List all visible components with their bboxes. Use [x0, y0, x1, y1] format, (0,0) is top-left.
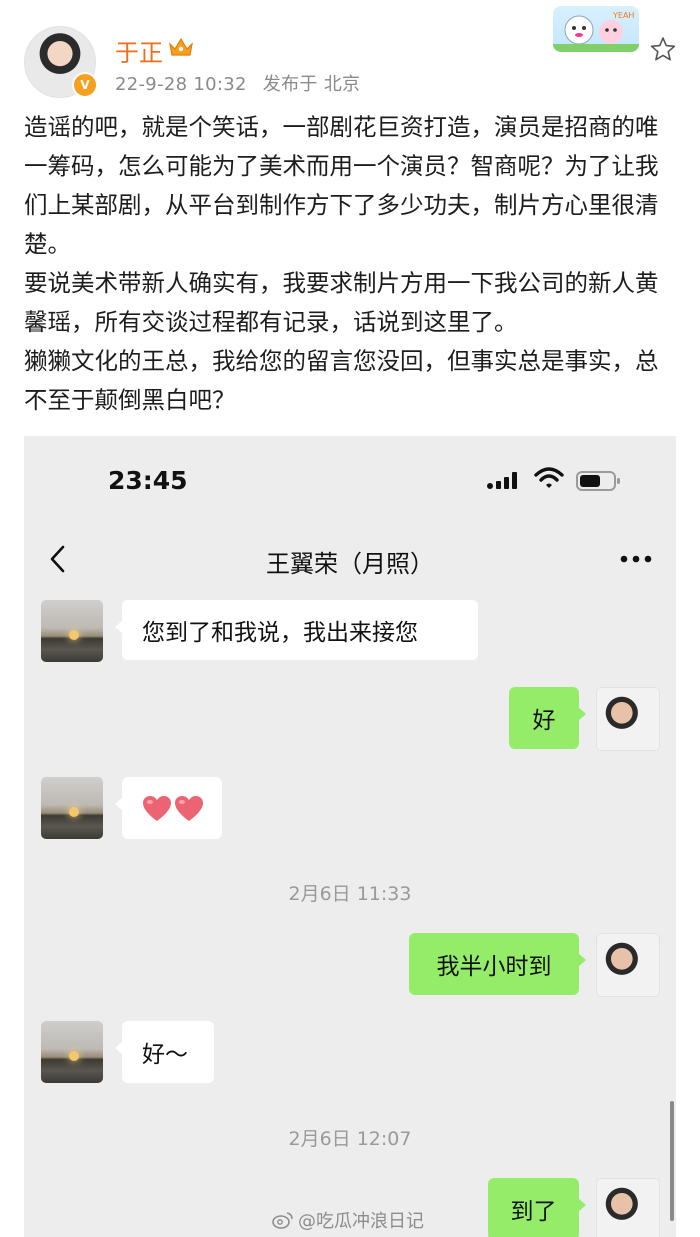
weibo-logo-icon [272, 1212, 293, 1229]
message-text: 到了 [510, 1199, 557, 1225]
scrollbar[interactable] [670, 1101, 674, 1221]
message-text: 好～ [142, 1042, 188, 1068]
battery-icon [576, 471, 620, 491]
post-paragraph: 獭獭文化的王总，我给您的留言您没回，但事实总是事实，总不至于颠倒黑白吧？ [24, 347, 659, 414]
my-avatar[interactable] [596, 933, 660, 997]
crown-icon [169, 37, 193, 56]
message-bubble-outgoing[interactable]: 好 [509, 687, 586, 749]
author-name[interactable]: 于正 [115, 33, 163, 68]
message-bubble-incoming[interactable]: 好～ [115, 1021, 214, 1083]
post-meta: 22-9-28 10:32 发布于 北京 [115, 70, 370, 96]
cellular-signal-icon [487, 472, 517, 489]
heart-icon [175, 795, 203, 821]
post-body: 造谣的吧，就是个笑话，一部剧花巨资打造，演员是招商的唯一筹码，怎么可能为了美术而… [24, 108, 676, 420]
wifi-icon [534, 467, 564, 488]
heart-icon [143, 795, 171, 821]
post-date: 22-9-28 10:32 [115, 74, 247, 95]
chat-timestamp: 2月6日 12:07 [288, 1128, 412, 1150]
my-avatar[interactable] [596, 687, 660, 751]
watermark-text: @吃瓜冲浪日记 [298, 1211, 424, 1232]
post-paragraph: 造谣的吧，就是个笑话，一部剧花巨资打造，演员是招商的唯一筹码，怎么可能为了美术而… [24, 113, 659, 258]
message-text: 您到了和我说，我出来接您 [142, 620, 418, 646]
post-source: 发布于 北京 [262, 74, 361, 95]
status-bar: 23:45 [24, 436, 676, 526]
my-avatar[interactable] [596, 1178, 660, 1237]
watermark: @吃瓜冲浪日记 [272, 1207, 424, 1233]
decoration-sticker: YEAH [553, 6, 639, 52]
message-bubble-incoming[interactable] [115, 777, 222, 839]
chat-nav-bar: 王翼荣（月照） [24, 536, 676, 582]
chat-title: 王翼荣（月照） [266, 550, 434, 578]
message-bubble-incoming[interactable]: 您到了和我说，我出来接您 [115, 600, 478, 660]
verified-badge-icon: V [72, 72, 98, 98]
contact-avatar[interactable] [41, 1021, 103, 1083]
chat-timestamp: 2月6日 11:33 [288, 883, 412, 905]
message-bubble-outgoing[interactable]: 我半小时到 [409, 933, 586, 995]
star-icon[interactable] [650, 36, 676, 62]
chat-screenshot: 23:45 王翼荣（月照） 您到了和我说，我出来接您 好 2月6日 11:33 … [24, 436, 676, 1237]
contact-avatar[interactable] [41, 777, 103, 839]
more-options-icon[interactable] [620, 554, 652, 564]
svg-text:YEAH: YEAH [612, 11, 634, 20]
contact-avatar[interactable] [41, 600, 103, 662]
hearts-emoji [142, 795, 204, 822]
message-bubble-outgoing[interactable]: 到了 [488, 1178, 586, 1237]
post-paragraph: 要说美术带新人确实有，我要求制片方用一下我公司的新人黄馨瑶，所有交谈过程都有记录… [24, 269, 659, 336]
message-text: 好 [532, 708, 556, 734]
status-clock: 23:45 [108, 466, 188, 495]
message-text: 我半小时到 [436, 954, 552, 980]
